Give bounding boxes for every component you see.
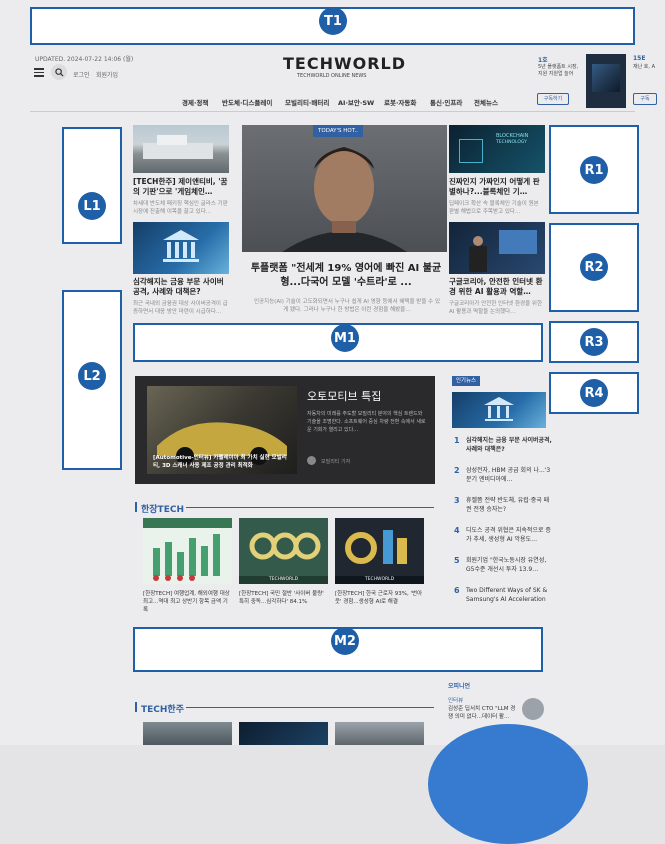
hero-body: 인공지능(AI) 기술이 고도화되면서 누구나 쉽게 AI 영향 등에서 혜택을… xyxy=(253,299,441,313)
promo-title-1: 1호 xyxy=(538,57,548,64)
article-body-right-2: 구글코리아가 안전한 인터넷 환경을 위한 AI 활용과 역할을 논의했다… xyxy=(449,301,543,315)
nav-item-semiconductor[interactable]: 반도체·디스플레이 xyxy=(222,97,272,107)
article-title-left-1[interactable]: [TECH한주] 제이앤티비, '꿈의 기판'으로 '게임체인… xyxy=(133,177,229,197)
hanjang-card-caption-3[interactable]: [한장TECH] 한국 근로자 93%, '번아웃' 경험...생성형 AI로 … xyxy=(335,590,424,606)
nav-item-ai-security[interactable]: AI·보안·SW xyxy=(338,97,374,107)
opinion-sub: 인터뷰 xyxy=(448,698,464,704)
rank-number-1: 1 xyxy=(454,436,460,445)
nav-divider xyxy=(30,111,635,112)
rank-number-3: 3 xyxy=(454,496,460,505)
promo-title-2: 15E xyxy=(633,55,646,62)
rank-item-1[interactable]: 심각해지는 금융 부문 사이버공격, 사례와 대책은? xyxy=(466,436,552,454)
badge-r2: R2 xyxy=(580,253,608,281)
tech-hanju-image-1[interactable] xyxy=(143,722,232,745)
rank-item-2[interactable]: 삼성전자, HBM 공급 회의 나...'3분기 엔비디아에… xyxy=(466,466,552,484)
article-body-left-1: 차세대 반도체 패키징 핵심인 글라스 기판 시장에 진출해 이목을 끌고 있다… xyxy=(133,201,228,215)
nav-item-telecom[interactable]: 통신·인프라 xyxy=(430,97,462,107)
hanjang-card-image-3[interactable]: TECHWORLD xyxy=(335,518,424,584)
feature-author: 모빌리티 기자 xyxy=(321,459,351,465)
rank-item-3[interactable]: 휴젤쯤 전략 반도체, 유럽·중국 패권 전쟁 승자는? xyxy=(466,496,552,514)
promo-text-1: 5년 플랫폼트 시장, 지원 지원업 늘어 xyxy=(538,64,579,77)
badge-l2: L2 xyxy=(78,362,106,390)
badge-m2: M2 xyxy=(331,627,359,655)
badge-r4: R4 xyxy=(580,379,608,407)
placeholder-box-l1 xyxy=(62,127,122,244)
badge-l1: L1 xyxy=(78,192,106,220)
article-title-left-2[interactable]: 심각해지는 금융 부문 사이버공격, 사례와 대책은? xyxy=(133,277,229,297)
rank-number-6: 6 xyxy=(454,586,460,595)
tech-hanju-image-3[interactable] xyxy=(335,722,424,745)
article-thumbnail-factory[interactable] xyxy=(133,125,229,173)
article-thumbnail-google[interactable] xyxy=(449,222,545,274)
hanjang-card-caption-2[interactable]: [한장TECH] 국민 절반 '사이버 불량' 특히 중독...심각하다' 84… xyxy=(239,590,328,606)
tech-hanju-title[interactable]: TECH한주 xyxy=(141,702,184,715)
hanjang-divider xyxy=(186,507,434,508)
tech-hanju-image-2[interactable] xyxy=(239,722,328,745)
hanjang-card-image-2[interactable]: TECHWORLD xyxy=(239,518,328,584)
article-title-right-2[interactable]: 구글코리아, 안전한 인터넷 환경 위한 AI 활용과 역할… xyxy=(449,277,545,297)
badge-m1: M1 xyxy=(331,324,359,352)
article-thumbnail-blockchain[interactable]: BLOCKCHAIN TECHNOLOGY xyxy=(449,125,545,173)
subscribe-button[interactable]: 구독하기 xyxy=(537,93,569,105)
popular-thumbnail[interactable] xyxy=(452,392,546,428)
rank-item-6[interactable]: Two Different Ways of SK & Samsung's AI … xyxy=(466,586,552,604)
search-icon[interactable] xyxy=(51,64,67,80)
badge-r1: R1 xyxy=(580,156,608,184)
feature-panel: [Automotive-인터뷰] 카펠레이아 최 가치 실현 모빌리티, 3D … xyxy=(135,376,435,484)
article-title-right-1[interactable]: 진짜인지 가짜인지 어떻게 판별하나?...블록체인 기… xyxy=(449,177,545,197)
opinion-text[interactable]: 김성준 딥서치 CTO "LLM 경쟁 의미 없다...데이터 활… xyxy=(448,705,518,721)
rank-item-5[interactable]: 회원기업 "한국노동시장 유연성, G5수준 개선시 투자 13.9… xyxy=(466,556,552,574)
hanjang-card-brand-3: TECHWORLD xyxy=(335,576,424,584)
article-body-right-1: 딥페이크 확산 속 블록체인 기술이 원본 판별 해법으로 주목받고 있다… xyxy=(449,201,539,215)
updated-timestamp: UPDATED. 2024-07-22 14:06 (월) xyxy=(35,56,134,63)
feature-image-caption[interactable]: [Automotive-인터뷰] 카펠레이아 최 가치 실현 모빌리티, 3D … xyxy=(153,454,293,470)
floating-chat-widget[interactable] xyxy=(428,724,588,844)
hero-title[interactable]: 투플랫폼 "전세계 19% 영어에 빠진 AI 불균형...다국어 모델 '수트… xyxy=(250,262,442,290)
menu-icon[interactable] xyxy=(34,68,44,77)
nav-item-economy[interactable]: 경제·정책 xyxy=(182,97,208,107)
badge-t1: T1 xyxy=(319,7,347,35)
magazine-cover-image[interactable] xyxy=(586,54,626,108)
feature-image[interactable]: [Automotive-인터뷰] 카펠레이아 최 가치 실현 모빌리티, 3D … xyxy=(147,386,297,474)
feature-title[interactable]: 오토모티브 특집 xyxy=(307,388,381,404)
popular-news-label: 인기뉴스 xyxy=(452,376,480,386)
nav-item-robot[interactable]: 로봇·자동화 xyxy=(384,97,416,107)
hanjang-card-caption-1[interactable]: [한장TECH] 여행업계, 해외여행 대상 최고...역대 최고 상반기 항목… xyxy=(143,590,232,614)
rank-number-4: 4 xyxy=(454,526,460,535)
rank-item-4[interactable]: 디도스 공격 위협은 지속적으로 증가 추세, 생성형 AI 악용도… xyxy=(466,526,552,544)
nav-item-mobility[interactable]: 모빌리티·배터리 xyxy=(285,97,329,107)
logo-subtitle: TECHWORLD ONLINE NEWS xyxy=(297,73,367,79)
article-thumbnail-bank[interactable] xyxy=(133,222,229,274)
opinion-avatar xyxy=(522,698,544,720)
hero-image[interactable] xyxy=(242,125,447,252)
opinion-label: 오피니언 xyxy=(448,683,471,690)
site-logo[interactable]: TECHWORLD xyxy=(283,54,406,73)
article-body-left-2: 최근 국내외 금융권 대상 사이버공격이 급증하면서 대응 방안 마련이 시급하… xyxy=(133,301,228,315)
subscribe-button-2[interactable]: 구독 xyxy=(633,93,657,105)
today-hot-badge: TODAY'S HOT.. xyxy=(313,125,363,137)
author-avatar xyxy=(307,456,316,465)
section-marker xyxy=(135,502,137,512)
promo-text-2: 재난 호, A xyxy=(633,64,655,70)
hanjang-tech-title[interactable]: 한장TECH xyxy=(141,502,184,515)
rank-number-5: 5 xyxy=(454,556,460,565)
tech-hanju-divider xyxy=(186,707,434,708)
badge-r3: R3 xyxy=(580,328,608,356)
nav-item-all-news[interactable]: 전체뉴스 xyxy=(474,97,498,107)
join-link[interactable]: 회원가입 xyxy=(96,70,118,79)
hanjang-card-brand-2: TECHWORLD xyxy=(239,576,328,584)
section-marker-2 xyxy=(135,702,137,712)
login-link[interactable]: 로그인 xyxy=(73,70,90,79)
rank-number-2: 2 xyxy=(454,466,460,475)
hanjang-card-image-1[interactable] xyxy=(143,518,232,584)
feature-body: 자동차의 미래를 주도할 모빌리티 분야의 핵심 트렌드와 기술을 조명한다. … xyxy=(307,411,426,433)
